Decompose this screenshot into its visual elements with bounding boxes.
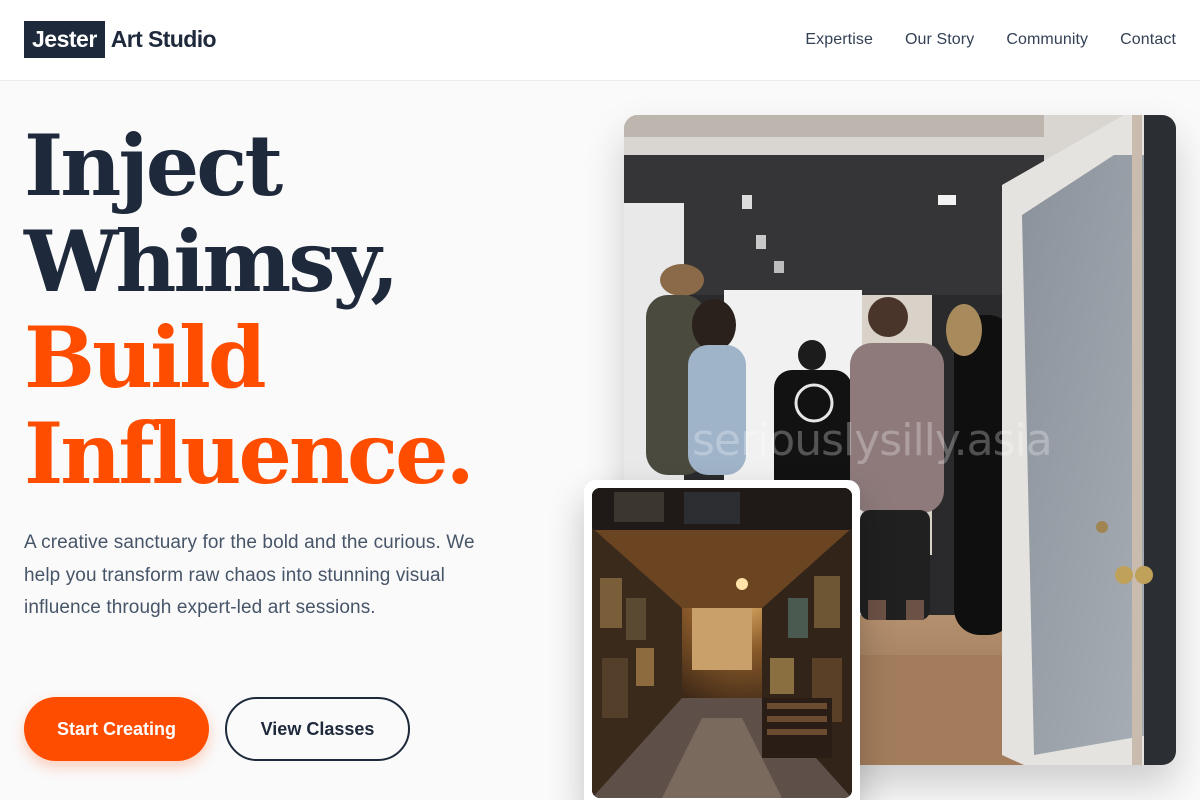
- brand-logo-box: Jester: [24, 21, 105, 58]
- nav-link-expertise[interactable]: Expertise: [805, 30, 873, 50]
- hero-headline: Inject Whimsy, Build Influence.: [24, 116, 475, 503]
- art-store-corridor-image: [592, 488, 852, 798]
- nav-link-our-story[interactable]: Our Story: [905, 30, 974, 50]
- main-nav: Expertise Our Story Community Contact: [805, 30, 1176, 50]
- headline-line-1: Inject: [24, 116, 283, 215]
- headline-line-3: Build: [24, 308, 267, 407]
- nav-link-contact[interactable]: Contact: [1120, 30, 1176, 50]
- headline-line-4: Influence.: [24, 404, 475, 503]
- view-classes-button[interactable]: View Classes: [225, 697, 410, 761]
- hero-inset-photo: [584, 480, 860, 800]
- brand-logo-text: Art Studio: [110, 26, 217, 52]
- site-header: Jester Art Studio Expertise Our Story Co…: [0, 0, 1200, 81]
- headline-line-2: Whimsy,: [24, 212, 400, 311]
- brand-logo[interactable]: Jester Art Studio: [24, 21, 217, 58]
- start-creating-button[interactable]: Start Creating: [24, 697, 209, 761]
- hero-description: A creative sanctuary for the bold and th…: [24, 532, 475, 618]
- image-watermark: seriouslysilly.asia: [692, 415, 1053, 466]
- inset-photo-frame: [592, 488, 852, 798]
- nav-link-community[interactable]: Community: [1006, 30, 1088, 50]
